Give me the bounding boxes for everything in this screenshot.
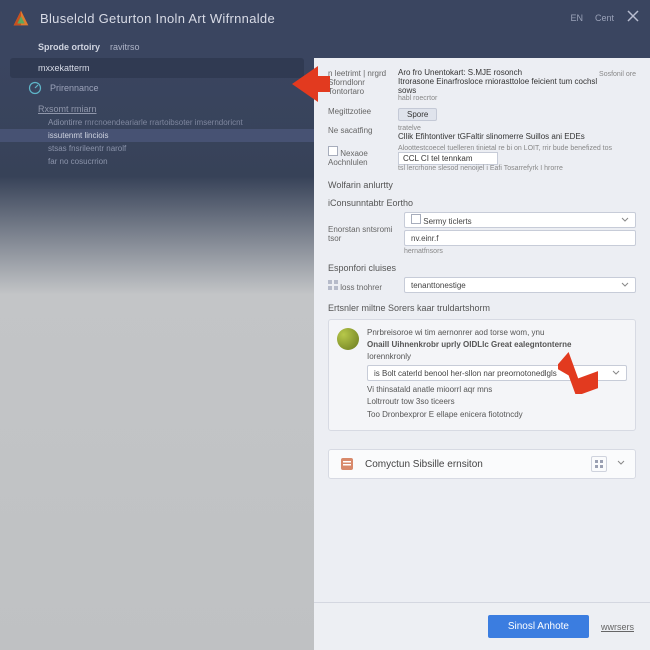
chevron-down-icon bbox=[621, 281, 629, 289]
gauge-icon bbox=[28, 81, 42, 95]
section-header: Ertsnler miltne Sorers kaar truldartshor… bbox=[328, 303, 636, 313]
sidebar-subitem[interactable]: Adiontirre rnrcnoendeariarle rrartoibsot… bbox=[0, 116, 314, 129]
collapsible-section[interactable]: Comyctun Sibsille ernsiton bbox=[328, 449, 636, 479]
window-title: Bluselcld Geturton Inoln Art Wifrnnalde bbox=[40, 11, 570, 26]
field-label: loss tnohrer bbox=[328, 279, 398, 292]
sidebar-subitem[interactable]: stsas fnsrileentr narolf bbox=[0, 142, 314, 155]
chevron-down-icon bbox=[612, 369, 620, 377]
config-value: Cllik Efihtontiver tGFaltir slinomerre S… bbox=[398, 132, 636, 141]
header-link[interactable]: Cent bbox=[595, 13, 614, 23]
dropdown-select[interactable]: tenanttonestige bbox=[404, 277, 636, 293]
field-label: n leetrimt | nrgrd Sforndlonr Tontortaro bbox=[328, 68, 398, 102]
card-line: Loltrroutr tow 3so ticeers bbox=[367, 397, 627, 406]
sidebar-section-header: Rxsomt rmiarn bbox=[0, 98, 314, 116]
field-label: Ne sacatfing bbox=[328, 125, 398, 141]
app-logo-icon bbox=[10, 7, 32, 29]
save-button[interactable]: Sinosl Anhote bbox=[488, 615, 589, 638]
dropdown-select[interactable]: is Bolt caterld benool her-sllon nar pre… bbox=[367, 365, 627, 381]
field-label: Nexaoe Aochnlulen bbox=[328, 145, 398, 172]
checkbox[interactable] bbox=[411, 214, 421, 224]
config-hint: Aloottestcoecel tuelleren tinietal re bi… bbox=[398, 145, 636, 152]
sidebar: mxxekatterm Prirennance Rxsomt rmiarn Ad… bbox=[0, 58, 314, 650]
dropdown-select[interactable]: nv.einr.f bbox=[404, 230, 636, 246]
grid-toggle-icon[interactable] bbox=[591, 456, 607, 472]
section-icon bbox=[339, 456, 355, 472]
section-header: Wolfarin anlurtty bbox=[328, 180, 636, 190]
checkbox[interactable] bbox=[328, 146, 338, 156]
field-label: Enorstan sntsromi tsor bbox=[328, 224, 398, 243]
card-line: Vi thinsatald anatle mioorrl aqr mns bbox=[367, 385, 627, 394]
action-button-small[interactable]: Spore bbox=[398, 108, 437, 121]
cancel-link[interactable]: wwrsers bbox=[601, 622, 634, 632]
toggle-link[interactable]: Sosfonil ore bbox=[599, 71, 636, 78]
dropdown-select[interactable]: Sermy ticlerts bbox=[404, 212, 636, 228]
config-value: Aro fro Unentokart: S.MJE rosonch bbox=[398, 68, 599, 77]
info-card: Pnrbreisoroe wi tim aernonrer aod torse … bbox=[328, 319, 636, 431]
sidebar-item-performance[interactable]: Prirennance bbox=[0, 78, 314, 98]
config-panel: n leetrimt | nrgrd Sforndlonr Tontortaro… bbox=[314, 58, 650, 650]
text-input[interactable]: CCL CI tel tennkam bbox=[398, 152, 498, 165]
card-text: Pnrbreisoroe wi tim aernonrer aod torse … bbox=[367, 328, 627, 337]
card-text: Onaill Uihnenkrobr uprly OIDLlc Great ea… bbox=[367, 340, 627, 349]
grid-icon bbox=[328, 283, 338, 292]
config-hint: habl roecrtor bbox=[398, 95, 599, 102]
config-hint: hernatfnsors bbox=[404, 248, 636, 255]
chevron-down-icon[interactable] bbox=[617, 459, 625, 469]
avatar-icon bbox=[337, 328, 359, 350]
card-line: Too Dronbexpror E ellape enicera fiototn… bbox=[367, 410, 627, 419]
section-header: Esponfori cluises bbox=[328, 263, 636, 273]
tab-primary[interactable]: Sprode ortoiry bbox=[38, 42, 100, 52]
sidebar-subitem-highlighted[interactable]: issutenmt linciois bbox=[0, 129, 314, 142]
lang-indicator[interactable]: EN bbox=[570, 13, 583, 23]
chevron-down-icon bbox=[621, 216, 629, 224]
field-label: Megittzotiee bbox=[328, 106, 398, 121]
collapsible-title: Comyctun Sibsille ernsiton bbox=[365, 459, 581, 470]
sidebar-item-selected[interactable]: mxxekatterm bbox=[10, 58, 304, 78]
config-value: Itrorasone Einarfrosloce rniorasttoloe f… bbox=[398, 77, 599, 95]
card-subhead: Iorennkronly bbox=[367, 352, 627, 361]
tab-secondary[interactable]: ravitrso bbox=[110, 42, 140, 52]
section-header: iConsunntabtr Eortho bbox=[328, 198, 636, 208]
dialog-footer: Sinosl Anhote wwrsers bbox=[314, 602, 650, 650]
config-value: tratelve bbox=[398, 125, 636, 132]
config-hint: tsl lercrhone slesod nenoijel i Eafi Tos… bbox=[398, 165, 636, 172]
close-icon[interactable] bbox=[626, 9, 640, 28]
sidebar-subitem[interactable]: far no cosucrrion bbox=[0, 155, 314, 168]
